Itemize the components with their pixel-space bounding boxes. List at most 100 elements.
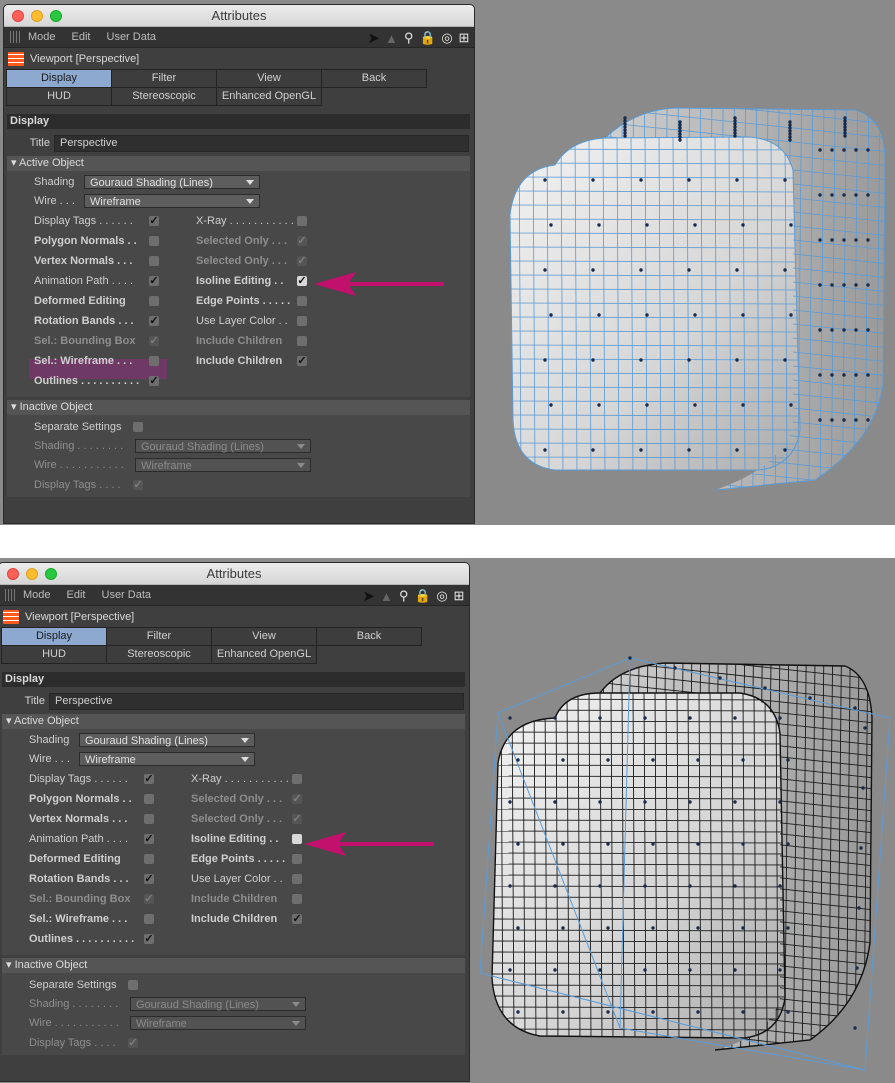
x-ray-checkbox[interactable] xyxy=(292,774,302,784)
menu-edit[interactable]: Edit xyxy=(72,31,91,43)
title-input[interactable]: Perspective xyxy=(49,692,464,710)
rotation-bands-checkbox[interactable]: ✓ xyxy=(144,874,154,885)
vertex-point xyxy=(741,313,745,317)
x-ray-checkbox[interactable] xyxy=(297,216,307,226)
use-layer-color-checkbox[interactable] xyxy=(292,874,302,884)
lock-icon[interactable]: 🔒 xyxy=(420,30,436,46)
back-arrow-icon[interactable]: ➤ xyxy=(367,29,380,47)
deformed-editing-checkbox[interactable] xyxy=(144,854,154,864)
menu-user-data[interactable]: User Data xyxy=(107,31,157,43)
viewport-bottom[interactable] xyxy=(470,558,895,1083)
vertex-point xyxy=(673,666,677,670)
include-children-checkbox-2[interactable]: ✓ xyxy=(297,356,307,367)
wire-dropdown[interactable]: Wireframe xyxy=(79,752,255,766)
zoom-button[interactable] xyxy=(45,568,57,580)
display-tags-checkbox[interactable]: ✓ xyxy=(144,774,154,785)
menu-edit[interactable]: Edit xyxy=(67,589,86,601)
deformed-editing-checkbox[interactable] xyxy=(149,296,159,306)
menu-mode[interactable]: Mode xyxy=(23,589,51,601)
new-panel-icon[interactable]: ⊞ xyxy=(458,30,470,46)
vertex-normals-checkbox[interactable] xyxy=(144,814,154,824)
tab-filter[interactable]: Filter xyxy=(111,69,217,88)
close-button[interactable] xyxy=(7,568,19,580)
outlines-checkbox[interactable]: ✓ xyxy=(149,376,159,387)
minimize-button[interactable] xyxy=(26,568,38,580)
inactive-object-header[interactable]: ▾ Inactive Object xyxy=(7,400,470,415)
grip-icon[interactable] xyxy=(5,589,17,601)
tab-stereoscopic[interactable]: Stereoscopic xyxy=(106,645,212,664)
shading-dropdown[interactable]: Gouraud Shading (Lines) xyxy=(79,733,255,747)
tab-hud[interactable]: HUD xyxy=(6,87,112,106)
active-object-header[interactable]: ▾ Active Object xyxy=(2,714,465,729)
include-children-checkbox-1[interactable] xyxy=(292,894,302,904)
rotation-bands-checkbox[interactable]: ✓ xyxy=(149,316,159,327)
vertex-point xyxy=(598,884,602,888)
search-icon[interactable]: ⚲ xyxy=(403,30,415,46)
tab-display[interactable]: Display xyxy=(1,627,107,646)
sel-wireframe-checkbox[interactable] xyxy=(149,356,159,366)
lock-icon[interactable]: 🔒 xyxy=(415,588,431,604)
tab-display[interactable]: Display xyxy=(6,69,112,88)
tab-view[interactable]: View xyxy=(211,627,317,646)
outlines-checkbox[interactable]: ✓ xyxy=(144,934,154,945)
target-icon[interactable]: ◎ xyxy=(436,588,448,604)
tab-stereoscopic[interactable]: Stereoscopic xyxy=(111,87,217,106)
selected-only-checkbox-1[interactable]: ✓ xyxy=(297,236,307,247)
inactive-shading-dropdown[interactable]: Gouraud Shading (Lines) xyxy=(135,439,311,453)
polygon-normals-checkbox[interactable] xyxy=(144,794,154,804)
include-children-checkbox-2[interactable]: ✓ xyxy=(292,914,302,925)
inactive-display-tags-checkbox[interactable]: ✓ xyxy=(128,1038,138,1049)
include-children-checkbox-1[interactable] xyxy=(297,336,307,346)
animation-path-checkbox[interactable]: ✓ xyxy=(149,276,159,287)
vertex-point xyxy=(830,283,834,287)
search-icon[interactable]: ⚲ xyxy=(398,588,410,604)
inactive-wire-dropdown[interactable]: Wireframe xyxy=(130,1016,306,1030)
use-layer-color-checkbox[interactable] xyxy=(297,316,307,326)
vertex-normals-checkbox[interactable] xyxy=(149,256,159,266)
tab-enhanced-opengl[interactable]: Enhanced OpenGL xyxy=(211,645,317,664)
edge-points-checkbox[interactable] xyxy=(297,296,307,306)
inactive-object-header[interactable]: ▾ Inactive Object xyxy=(2,958,465,973)
inactive-shading-dropdown[interactable]: Gouraud Shading (Lines) xyxy=(130,997,306,1011)
target-icon[interactable]: ◎ xyxy=(441,30,453,46)
polygon-normals-checkbox[interactable] xyxy=(149,236,159,246)
up-arrow-icon[interactable]: ▲ xyxy=(385,31,398,46)
tab-back[interactable]: Back xyxy=(321,69,427,88)
sel-bounding-box-checkbox[interactable]: ✓ xyxy=(149,336,159,347)
tab-enhanced-opengl[interactable]: Enhanced OpenGL xyxy=(216,87,322,106)
inactive-display-tags-checkbox[interactable]: ✓ xyxy=(133,480,143,491)
selected-only-checkbox-2[interactable]: ✓ xyxy=(297,256,307,267)
sel-bounding-box-checkbox[interactable]: ✓ xyxy=(144,894,154,905)
selected-only-checkbox-2[interactable]: ✓ xyxy=(292,814,302,825)
new-panel-icon[interactable]: ⊞ xyxy=(453,588,465,604)
display-tags-checkbox[interactable]: ✓ xyxy=(149,216,159,227)
title-input[interactable]: Perspective xyxy=(54,134,469,152)
wire-dropdown[interactable]: Wireframe xyxy=(84,194,260,208)
grip-icon[interactable] xyxy=(10,31,22,43)
isoline-editing-checkbox[interactable]: ✓ xyxy=(297,276,307,287)
selected-only-checkbox-1[interactable]: ✓ xyxy=(292,794,302,805)
inactive-wire-dropdown[interactable]: Wireframe xyxy=(135,458,311,472)
separate-settings-checkbox[interactable] xyxy=(128,980,138,990)
vertex-point xyxy=(687,178,691,182)
active-object-header[interactable]: ▾ Active Object xyxy=(7,156,470,171)
close-button[interactable] xyxy=(12,10,24,22)
sel-wireframe-checkbox[interactable] xyxy=(144,914,154,924)
vertex-point xyxy=(853,706,857,710)
separate-settings-checkbox[interactable] xyxy=(133,422,143,432)
inactive-object-title: Inactive Object xyxy=(19,401,93,413)
tab-filter[interactable]: Filter xyxy=(106,627,212,646)
shading-dropdown[interactable]: Gouraud Shading (Lines) xyxy=(84,175,260,189)
up-arrow-icon[interactable]: ▲ xyxy=(380,589,393,604)
minimize-button[interactable] xyxy=(31,10,43,22)
vertex-point xyxy=(643,968,647,972)
animation-path-checkbox[interactable]: ✓ xyxy=(144,834,154,845)
back-arrow-icon[interactable]: ➤ xyxy=(362,587,375,605)
menu-mode[interactable]: Mode xyxy=(28,31,56,43)
tab-back[interactable]: Back xyxy=(316,627,422,646)
viewport-top[interactable] xyxy=(475,0,895,525)
menu-user-data[interactable]: User Data xyxy=(102,589,152,601)
tab-view[interactable]: View xyxy=(216,69,322,88)
tab-hud[interactable]: HUD xyxy=(1,645,107,664)
zoom-button[interactable] xyxy=(50,10,62,22)
